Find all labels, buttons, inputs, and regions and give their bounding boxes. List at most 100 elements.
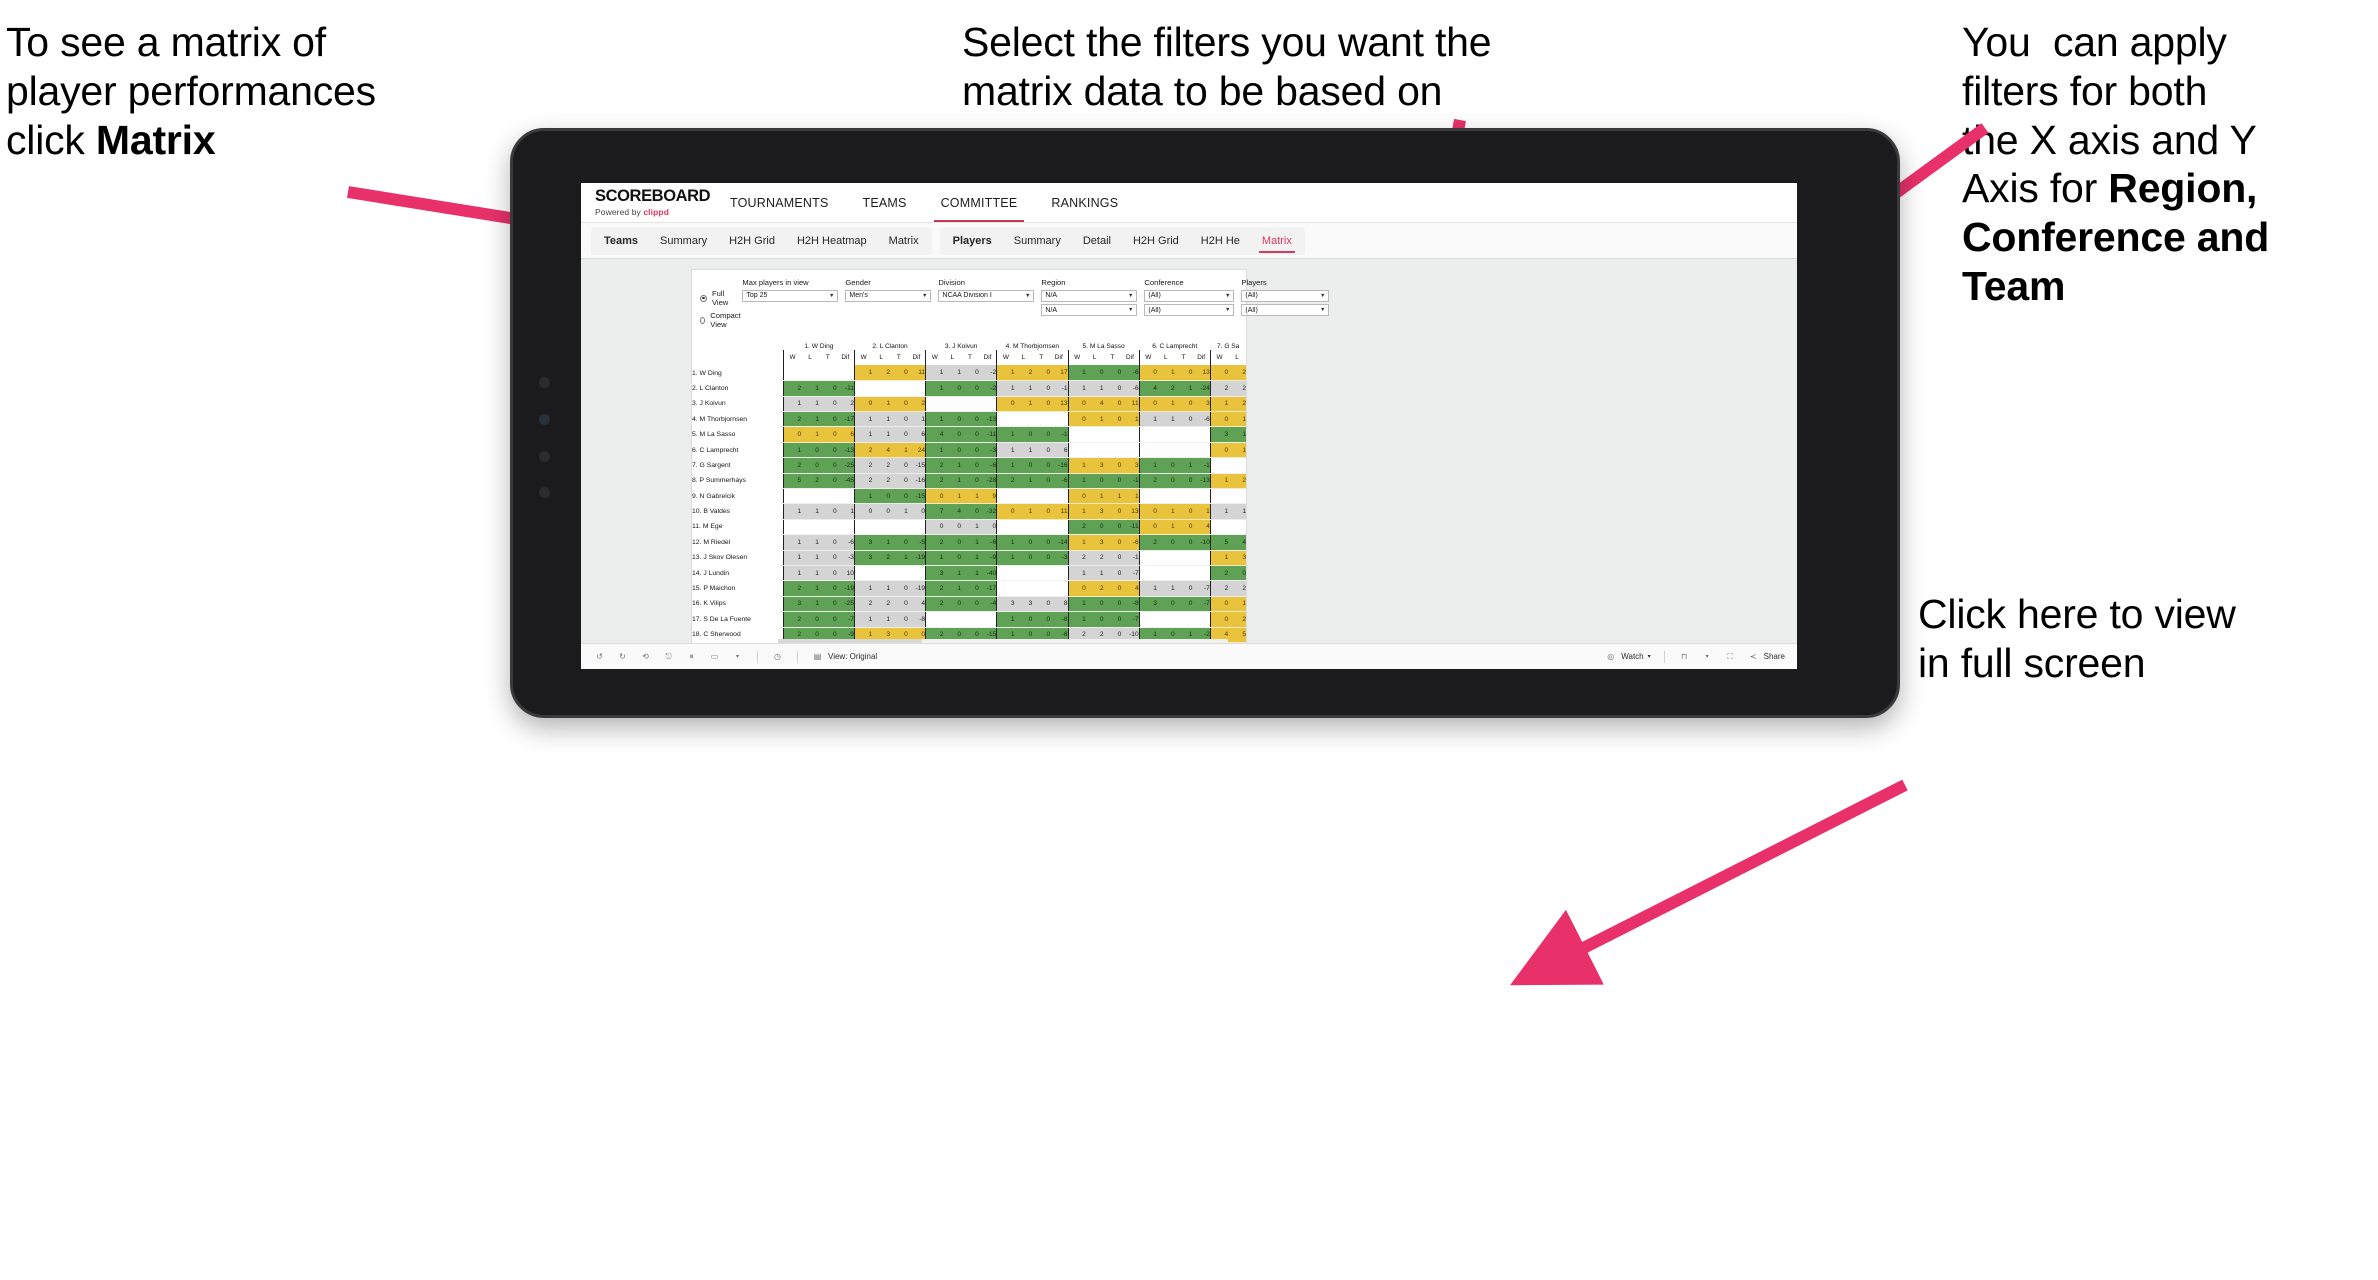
matrix-cell[interactable] (853, 519, 873, 536)
matrix-cell[interactable]: 0 (1174, 580, 1193, 597)
matrix-cell[interactable]: 2 (1085, 580, 1104, 597)
matrix-cell[interactable]: 0 (890, 457, 908, 474)
matrix-cell[interactable]: 0 (1138, 519, 1157, 536)
matrix-cell[interactable]: 1 (1103, 488, 1122, 505)
matrix-cell[interactable]: 2 (853, 442, 873, 459)
matrix-cell[interactable]: 1 (996, 534, 1015, 551)
matrix-cell[interactable]: 2 (836, 396, 855, 413)
matrix-cell[interactable]: 1 (1067, 457, 1086, 474)
matrix-cell[interactable]: 2 (1228, 396, 1246, 413)
matrix-cell[interactable]: 1 (925, 411, 944, 428)
tab-players-h2h-heatmap[interactable]: H2H He (1190, 227, 1251, 255)
matrix-cell[interactable] (996, 488, 1015, 505)
matrix-cell[interactable]: 1 (1014, 473, 1033, 490)
tab-teams-h2h-heatmap[interactable]: H2H Heatmap (786, 227, 878, 255)
matrix-cell[interactable]: 3 (1138, 596, 1157, 613)
matrix-cell[interactable]: 3 (1085, 534, 1104, 551)
matrix-cell[interactable]: 0 (1103, 380, 1122, 397)
fullscreen-icon[interactable]: ⛶ (1724, 650, 1737, 663)
matrix-cell[interactable]: 0 (1032, 426, 1051, 443)
matrix-cell[interactable]: 6 (836, 426, 855, 443)
matrix-cell[interactable]: 3 (853, 534, 873, 551)
matrix-cell[interactable]: 0 (890, 611, 908, 628)
matrix-cell[interactable] (1085, 426, 1104, 443)
matrix-cell[interactable]: 0 (782, 426, 802, 443)
matrix-cell[interactable]: 0 (1014, 426, 1033, 443)
matrix-cell[interactable]: 2 (782, 411, 802, 428)
matrix-cell[interactable]: 2 (782, 457, 802, 474)
matrix-cell[interactable]: 0 (1032, 380, 1051, 397)
matrix-cell[interactable]: 2 (925, 473, 944, 490)
matrix-cell[interactable]: 1 (1156, 396, 1175, 413)
matrix-cell[interactable]: 0 (1032, 503, 1051, 520)
matrix-cell[interactable]: 1 (925, 380, 944, 397)
matrix-cell[interactable] (1121, 426, 1140, 443)
matrix-cell[interactable] (801, 365, 819, 382)
matrix-cell[interactable]: 0 (1174, 596, 1193, 613)
matrix-cell[interactable]: 0 (1032, 550, 1051, 566)
matrix-cell[interactable]: 2 (782, 580, 802, 597)
matrix-cell[interactable]: -8 (1121, 596, 1140, 613)
matrix-cell[interactable]: 0 (1209, 365, 1229, 382)
matrix-cell[interactable]: 2 (1014, 365, 1033, 382)
matrix-cell[interactable]: 0 (961, 426, 979, 443)
matrix-cell[interactable]: 0 (890, 580, 908, 597)
matrix-cell[interactable]: 1 (925, 550, 944, 566)
matrix-cell[interactable] (1228, 457, 1246, 474)
matrix-cell[interactable] (978, 611, 997, 628)
matrix-cell[interactable]: 0 (1032, 365, 1051, 382)
matrix-cell[interactable]: 2 (1209, 380, 1229, 397)
matrix-cell[interactable]: 1 (1014, 442, 1033, 459)
matrix-cell[interactable]: 4 (1192, 519, 1211, 536)
matrix-row[interactable]: 3. J Koivun 1 1 0 2 0 1 0 2 0 1 0 13 0 4 0 11 0 1 0 3 1 2 (692, 396, 1246, 413)
matrix-cell[interactable]: 1 (1209, 550, 1229, 566)
radio-full-view[interactable]: Full View (700, 289, 742, 307)
tab-teams-summary[interactable]: Summary (649, 227, 718, 255)
matrix-cell[interactable]: 1 (1067, 473, 1086, 490)
matrix-cell[interactable]: 4 (1228, 534, 1246, 551)
matrix-cell[interactable]: 0 (818, 550, 837, 566)
matrix-cell[interactable]: 1 (1067, 534, 1086, 551)
matrix-cell[interactable] (1050, 519, 1069, 536)
matrix-cell[interactable] (853, 565, 873, 582)
matrix-cell[interactable]: 1 (1067, 380, 1086, 397)
alert-dropdown-caret-icon[interactable]: ▾ (1701, 650, 1714, 663)
matrix-cell[interactable]: -7 (1192, 596, 1211, 613)
matrix-cell[interactable]: 1 (1174, 380, 1193, 397)
matrix-cell[interactable]: 10 (836, 565, 855, 582)
matrix-cell[interactable] (1138, 565, 1157, 582)
matrix-cell[interactable]: 0 (1174, 473, 1193, 490)
matrix-cell[interactable]: -6 (1121, 534, 1140, 551)
matrix-cell[interactable]: 3 (925, 565, 944, 582)
matrix-cell[interactable]: 1 (853, 365, 873, 382)
matrix-row[interactable]: 2. L Clanton 2 1 0 -11 1 0 0 -2 1 1 0 -1 1 1 0 -6 4 2 1 -24 2… (692, 380, 1246, 397)
matrix-cell[interactable] (1209, 488, 1229, 505)
matrix-cell[interactable] (1103, 442, 1122, 459)
matrix-cell[interactable]: 4 (872, 442, 890, 459)
matrix-cell[interactable]: -7 (836, 611, 855, 628)
matrix-cell[interactable] (1050, 580, 1069, 597)
matrix-cell[interactable]: 1 (782, 550, 802, 566)
matrix-cell[interactable]: 1 (853, 426, 873, 443)
matrix-cell[interactable]: 1 (872, 411, 890, 428)
matrix-cell[interactable] (1209, 457, 1229, 474)
nav-committee[interactable]: COMMITTEE (924, 183, 1035, 222)
matrix-cell[interactable]: 2 (872, 473, 890, 490)
tab-players-detail[interactable]: Detail (1072, 227, 1122, 255)
matrix-cell[interactable]: 1 (1121, 488, 1140, 505)
matrix-cell[interactable]: 1 (1014, 380, 1033, 397)
matrix-cell[interactable] (818, 488, 837, 505)
matrix-cell[interactable]: 0 (1103, 534, 1122, 551)
matrix-cell[interactable] (1032, 565, 1051, 582)
matrix-cell[interactable]: -11 (836, 380, 855, 397)
matrix-cell[interactable]: 1 (853, 411, 873, 428)
matrix-cell[interactable]: 0 (925, 488, 944, 505)
matrix-cell[interactable]: 0 (978, 519, 997, 536)
matrix-cell[interactable]: -7 (1192, 580, 1211, 597)
matrix-cell[interactable]: 4 (943, 503, 962, 520)
matrix-cell[interactable]: 1 (1174, 457, 1193, 474)
tab-teams-matrix[interactable]: Matrix (878, 227, 930, 255)
matrix-cell[interactable]: 2 (1228, 611, 1246, 628)
matrix-cell[interactable]: 0 (1067, 396, 1086, 413)
matrix-cell[interactable]: 0 (1067, 580, 1086, 597)
